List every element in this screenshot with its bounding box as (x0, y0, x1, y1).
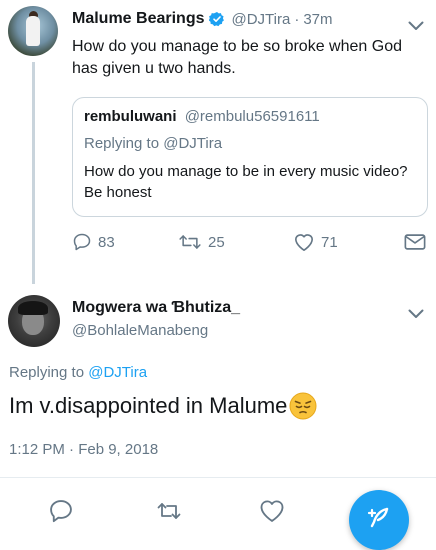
avatar[interactable] (8, 6, 58, 56)
parent-tweet[interactable]: Malume Bearings @DJTira · 37m How do you… (0, 0, 436, 284)
avatar-figure-body (26, 16, 40, 46)
quoted-tweet-text: How do you manage to be in every music v… (84, 163, 408, 201)
divider (0, 477, 436, 478)
heart-icon (293, 232, 315, 252)
like-count: 71 (321, 233, 338, 251)
avatar[interactable] (8, 295, 60, 347)
replying-to: Replying to @DJTira (9, 364, 147, 381)
replying-to-prefix: Replying to (9, 364, 85, 381)
focused-tweet-text: Im v.disappointed in Malume (9, 393, 288, 418)
retweet-icon (178, 232, 202, 252)
chevron-down-icon[interactable] (408, 18, 424, 30)
quoted-author-row: rembuluwani @rembulu56591611 (84, 108, 320, 125)
author-row: Malume Bearings @DJTira · 37m (72, 10, 333, 28)
quoted-replying-to: Replying to @DJTira (84, 135, 223, 152)
chevron-down-icon[interactable] (408, 306, 424, 318)
separator-dot: · (294, 10, 300, 28)
heart-icon[interactable] (258, 497, 286, 525)
like-button[interactable]: 71 (293, 230, 338, 254)
tweet-timestamp[interactable]: 1:12 PM · Feb 9, 2018 (9, 441, 158, 458)
reply-button[interactable]: 83 (72, 230, 115, 254)
author-display-name[interactable]: Mogwera wa Ɓhutiza_ (72, 299, 240, 317)
envelope-icon (404, 233, 426, 251)
reply-icon[interactable] (47, 497, 75, 525)
avatar-hair (18, 301, 48, 315)
compose-tweet-button[interactable] (349, 490, 409, 550)
reply-count: 83 (98, 233, 115, 251)
direct-message-button[interactable] (404, 230, 426, 254)
tweet-text: How do you manage to be so broke when Go… (72, 38, 402, 77)
retweet-icon[interactable] (155, 497, 183, 525)
replying-to-mention[interactable]: @DJTira (88, 364, 147, 381)
author-handle[interactable]: @DJTira (231, 11, 290, 28)
quoted-handle: @rembulu56591611 (184, 108, 320, 125)
author-display-name[interactable]: Malume Bearings (72, 10, 204, 28)
reply-icon (72, 232, 92, 252)
thread-line (32, 62, 35, 284)
tweet-time-ago[interactable]: 37m (303, 11, 332, 28)
author-handle[interactable]: @BohlaleManabeng (72, 322, 208, 339)
retweet-button[interactable]: 25 (178, 230, 225, 254)
verified-badge-icon (209, 11, 225, 27)
focused-tweet-text-row: Im v.disappointed in Malume (9, 391, 318, 421)
pensive-face-icon (288, 391, 318, 421)
quoted-display-name: rembuluwani (84, 108, 177, 125)
retweet-count: 25 (208, 233, 225, 251)
quoted-tweet-card[interactable]: rembuluwani @rembulu56591611 Replying to… (72, 97, 428, 217)
